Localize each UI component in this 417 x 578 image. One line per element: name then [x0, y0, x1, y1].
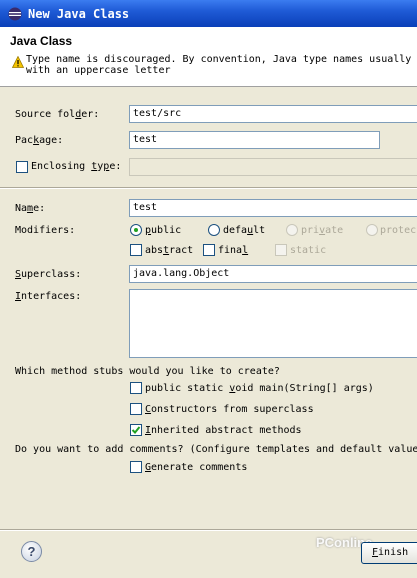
banner-message: Type name is discouraged. By convention,…: [26, 54, 412, 76]
package-label: Package:: [15, 135, 64, 146]
static-checkbox: [275, 244, 287, 256]
default-radio-label: default: [223, 225, 266, 236]
superclass-input[interactable]: java.lang.Object: [129, 265, 417, 283]
method-stubs-question: Which method stubs would you like to cre…: [15, 366, 280, 377]
modifiers-label: Modifiers:: [15, 225, 76, 236]
enclosing-type-input: [129, 158, 417, 176]
source-folder-label: Source folder:: [15, 109, 100, 120]
abstract-checkbox-label: abstract: [145, 245, 194, 256]
enclosing-type-checkbox[interactable]: [16, 161, 28, 173]
name-input[interactable]: test: [129, 199, 417, 217]
generate-comments-checkbox[interactable]: [130, 461, 142, 473]
interfaces-list[interactable]: [129, 289, 417, 358]
divider: [0, 187, 417, 189]
public-radio-label: public: [145, 225, 182, 236]
warning-icon: [12, 56, 24, 68]
final-checkbox-label: final: [218, 245, 249, 256]
protected-radio: [366, 224, 378, 236]
constructors-checkbox[interactable]: [130, 403, 142, 415]
comments-question: Do you want to add comments? (Configure …: [15, 444, 417, 455]
inherited-methods-label: Inherited abstract methods: [145, 425, 302, 436]
window-title: New Java Class: [28, 6, 130, 21]
main-method-label: public static void main(String[] args): [145, 383, 374, 394]
interfaces-label: Interfaces:: [15, 291, 82, 302]
finish-button[interactable]: Finish: [361, 542, 417, 564]
abstract-checkbox[interactable]: [130, 244, 142, 256]
generate-comments-label: Generate comments: [145, 462, 248, 473]
static-checkbox-label: static: [290, 245, 327, 256]
private-radio-label: private: [301, 225, 344, 236]
enclosing-type-label: Enclosing type:: [31, 161, 122, 172]
private-radio: [286, 224, 298, 236]
protected-radio-label: protec: [380, 225, 417, 236]
inherited-methods-checkbox[interactable]: [130, 424, 142, 436]
title-bar[interactable]: New Java Class: [0, 0, 417, 27]
footer-divider: [0, 529, 417, 531]
default-radio[interactable]: [208, 224, 220, 236]
constructors-label: Constructors from superclass: [145, 404, 314, 415]
package-input[interactable]: test: [129, 131, 380, 149]
public-radio[interactable]: [130, 224, 142, 236]
help-button[interactable]: ?: [21, 541, 42, 562]
superclass-label: Superclass:: [15, 269, 82, 280]
banner-title: Java Class: [10, 34, 73, 48]
wizard-banner: Java Class Type name is discouraged. By …: [0, 27, 417, 87]
final-checkbox[interactable]: [203, 244, 215, 256]
source-folder-input[interactable]: test/src: [129, 105, 417, 123]
name-label: Name:: [15, 203, 46, 214]
eclipse-logo-icon: [8, 7, 22, 21]
check-mark-icon: [131, 426, 141, 434]
main-method-checkbox[interactable]: [130, 382, 142, 394]
